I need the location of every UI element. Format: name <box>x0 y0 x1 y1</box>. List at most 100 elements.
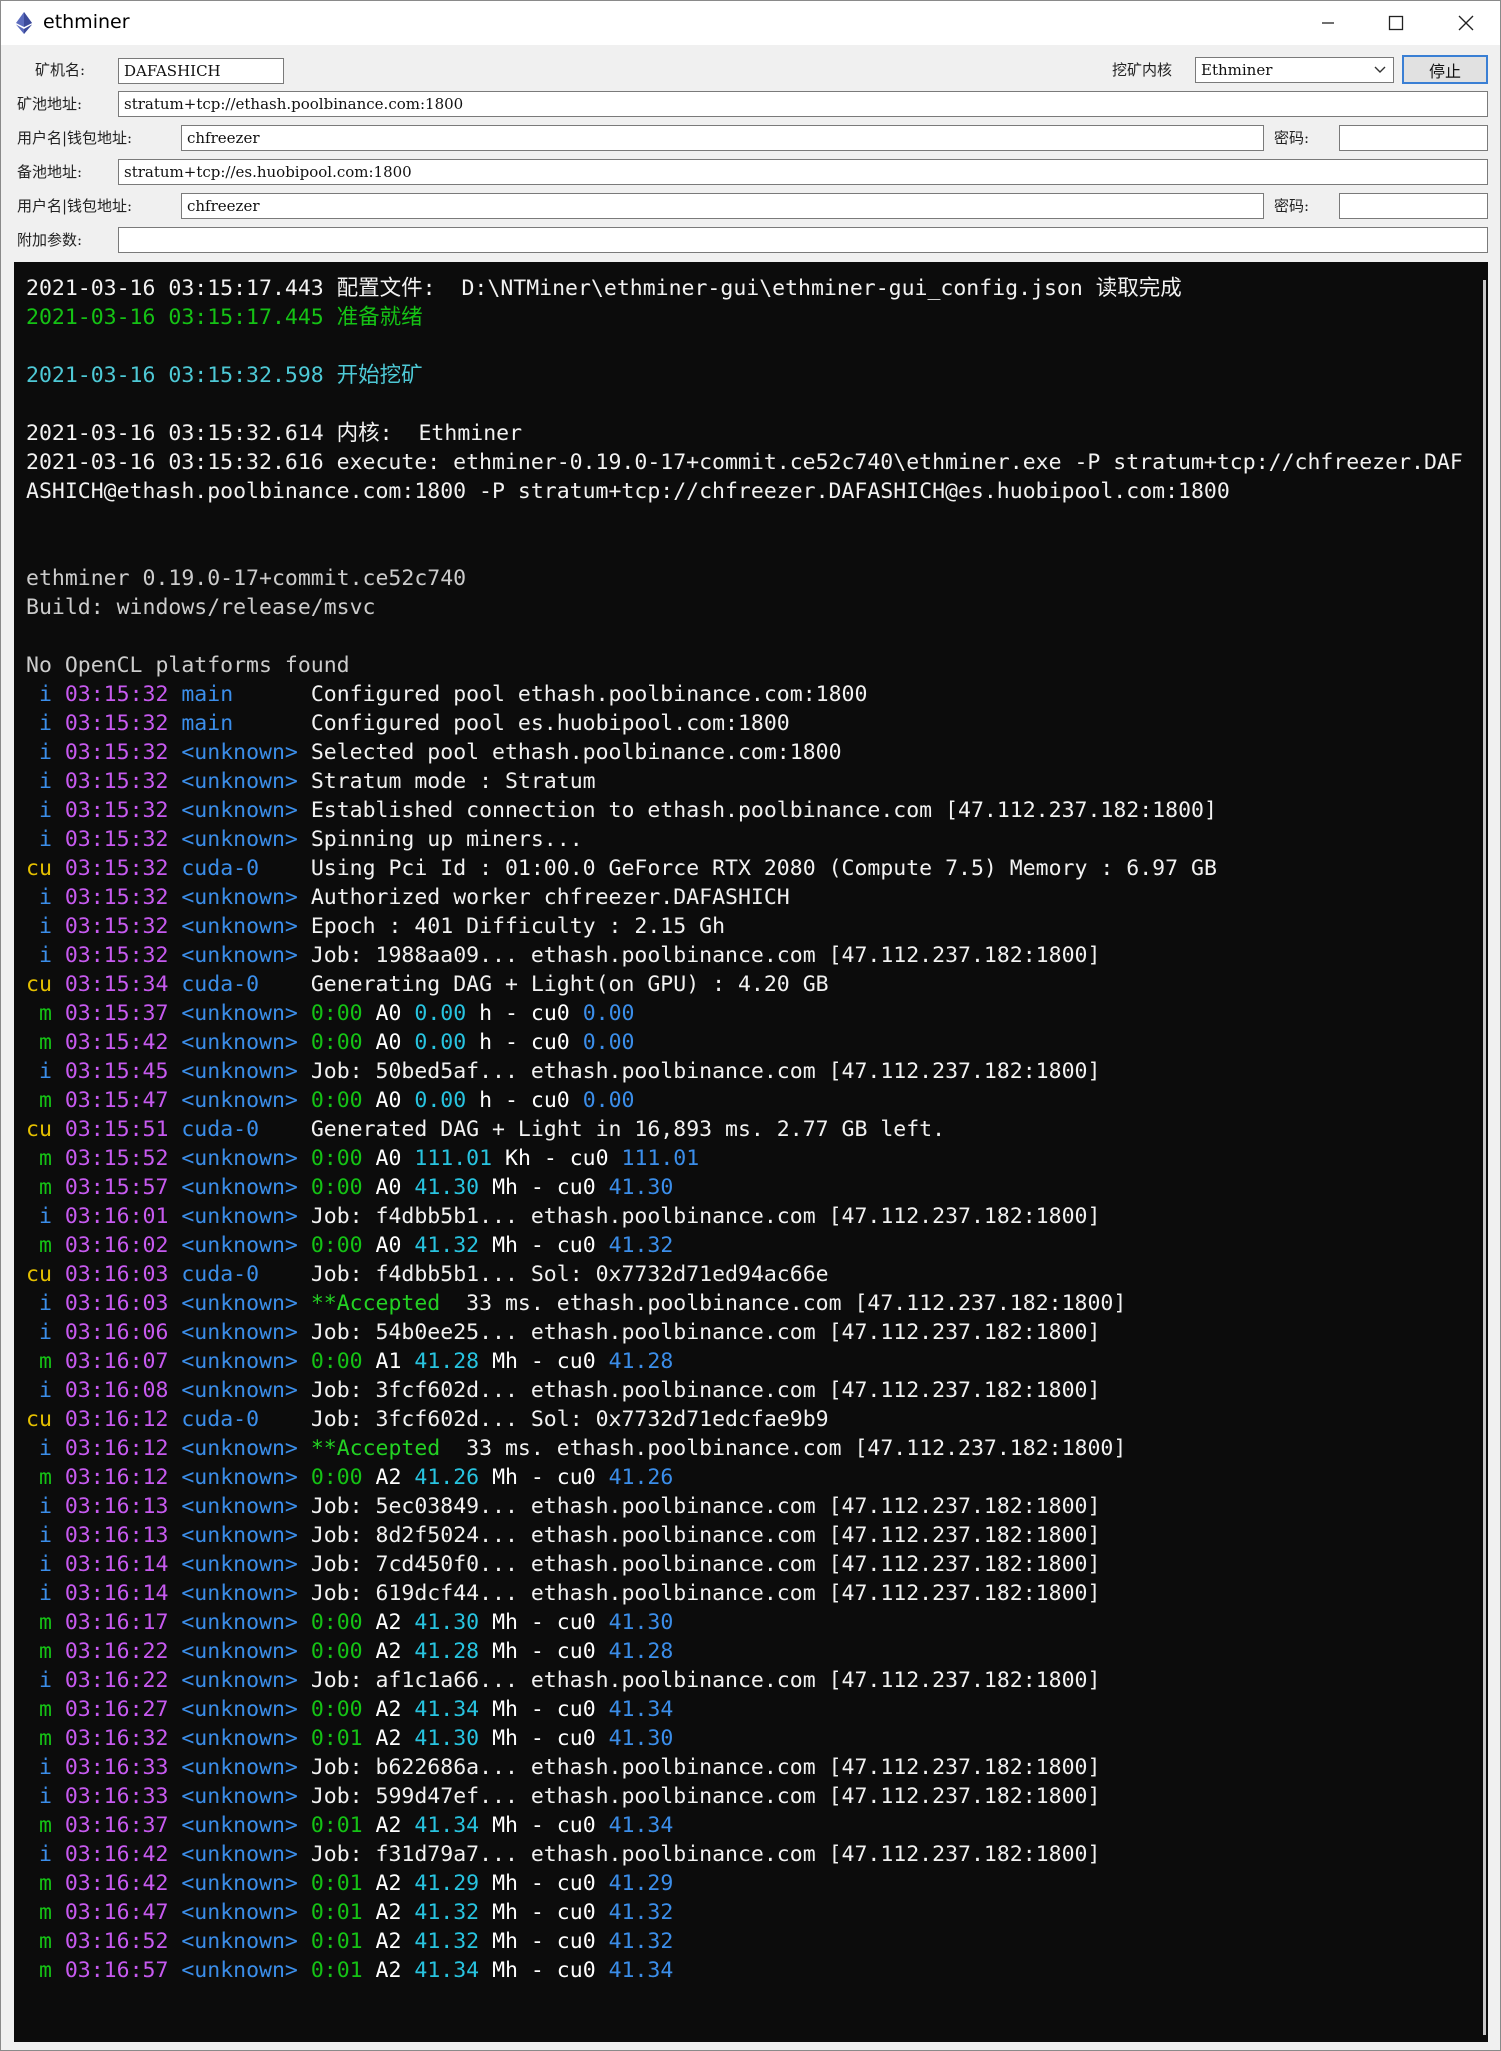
log-spacer <box>298 1146 311 1171</box>
log-uptime: 0:00 <box>310 1175 363 1200</box>
log-line: i 03:16:12 <unknown> **Accepted 33 ms. e… <box>26 1434 1466 1463</box>
log-spacer <box>466 1001 479 1026</box>
log-level: m <box>26 1146 52 1171</box>
kernel-select[interactable]: Ethminer <box>1195 57 1394 83</box>
close-icon <box>1458 15 1474 31</box>
log-device-rate: 41.30 <box>608 1610 674 1635</box>
log-line: i 03:16:42 <unknown> Job: f31d79a7... et… <box>26 1840 1466 1869</box>
log-spacer <box>52 885 65 910</box>
log-line: i 03:16:33 <unknown> Job: 599d47ef... et… <box>26 1782 1466 1811</box>
backup-password-input[interactable] <box>1339 193 1488 219</box>
log-level: i <box>26 1320 52 1345</box>
log-accepted-count: A2 <box>375 1871 402 1896</box>
kernel-label: 挖矿内核 <box>1112 61 1173 79</box>
log-spacer <box>401 1639 414 1664</box>
log-spacer <box>363 1639 376 1664</box>
log-device-rate: 41.28 <box>608 1349 674 1374</box>
log-accepted-count: A0 <box>375 1001 402 1026</box>
log-spacer <box>168 1059 181 1084</box>
log-time: 03:15:47 <box>64 1088 169 1113</box>
log-spacer <box>363 1088 376 1113</box>
log-source: main <box>181 682 298 707</box>
log-message: Stratum mode : Stratum <box>310 769 596 794</box>
log-spacer <box>52 1813 65 1838</box>
log-spacer <box>363 1233 376 1258</box>
log-spacer <box>52 1030 65 1055</box>
log-level: i <box>26 798 52 823</box>
log-device: - cu0 <box>517 1610 609 1635</box>
log-spacer <box>298 1523 311 1548</box>
log-message: Job: 599d47ef... ethash.poolbinance.com … <box>310 1784 1101 1809</box>
log-accepted-count: A0 <box>375 1030 402 1055</box>
close-button[interactable] <box>1431 1 1501 45</box>
maximize-button[interactable] <box>1361 1 1431 45</box>
console-log: 2021-03-16 03:15:17.443 配置文件: D:\NTMiner… <box>26 274 1466 1985</box>
log-spacer <box>298 1842 311 1867</box>
log-source: cuda-0 <box>181 856 298 881</box>
log-hashrate: 41.32 <box>414 1233 480 1258</box>
log-source: <unknown> <box>181 1146 298 1171</box>
log-level: m <box>26 1030 52 1055</box>
log-device: - cu0 <box>517 1349 609 1374</box>
log-spacer <box>298 1784 311 1809</box>
log-time: 03:15:32 <box>64 798 169 823</box>
log-hashrate-unit: Mh <box>492 1900 518 1925</box>
log-source: <unknown> <box>181 798 298 823</box>
log-spacer <box>168 740 181 765</box>
title-bar[interactable]: ethminer <box>1 1 1500 45</box>
log-spacer <box>168 1146 181 1171</box>
log-level: i <box>26 1755 52 1780</box>
log-level: m <box>26 1001 52 1026</box>
log-accepted-count: A2 <box>375 1813 402 1838</box>
console-scrollbar[interactable] <box>1483 280 1486 2035</box>
log-device: - cu0 <box>492 1001 583 1026</box>
log-time: 03:15:34 <box>64 972 169 997</box>
log-spacer <box>52 1610 65 1635</box>
log-device: - cu0 <box>517 1697 609 1722</box>
log-level: i <box>26 943 52 968</box>
password-input[interactable] <box>1339 125 1488 151</box>
log-hashrate: 41.28 <box>414 1639 480 1664</box>
backup-pool-input[interactable]: stratum+tcp://es.huobipool.com:1800 <box>118 159 1488 185</box>
log-spacer <box>298 1581 311 1606</box>
log-hashrate-unit: h <box>479 1088 493 1113</box>
log-spacer <box>168 1262 181 1287</box>
log-spacer <box>401 1465 414 1490</box>
log-spacer <box>52 1784 65 1809</box>
log-message: Epoch : 401 Difficulty : 2.15 Gh <box>310 914 726 939</box>
log-uptime: 0:00 <box>310 1001 363 1026</box>
log-device-rate: 0.00 <box>582 1001 635 1026</box>
log-hashrate: 41.32 <box>414 1929 480 1954</box>
stop-button[interactable]: 停止 <box>1402 55 1488 84</box>
log-line: i 03:15:32 <unknown> Established connect… <box>26 796 1466 825</box>
pool-address-input[interactable]: stratum+tcp://ethash.poolbinance.com:180… <box>118 91 1488 117</box>
console-header-line: Build: windows/release/msvc <box>26 595 376 620</box>
log-time: 03:16:33 <box>64 1755 169 1780</box>
log-level: i <box>26 1436 52 1461</box>
log-source: <unknown> <box>181 1552 298 1577</box>
log-level: i <box>26 1842 52 1867</box>
log-spacer <box>52 972 65 997</box>
log-spacer <box>401 1610 414 1635</box>
log-level: i <box>26 1378 52 1403</box>
log-source: <unknown> <box>181 1088 298 1113</box>
log-spacer <box>168 1175 181 1200</box>
log-accepted-count: A0 <box>375 1233 402 1258</box>
wallet-input[interactable]: chfreezer <box>181 125 1264 151</box>
extra-args-input[interactable] <box>118 227 1488 253</box>
log-level: m <box>26 1610 52 1635</box>
log-hashrate-unit: Mh <box>492 1958 518 1983</box>
log-device: - cu0 <box>517 1958 609 1983</box>
console-header-line: 2021-03-16 03:15:32.614 内核: Ethminer <box>26 421 523 446</box>
log-line: m 03:15:52 <unknown> 0:00 A0 111.01 Kh -… <box>26 1144 1466 1173</box>
log-hashrate: 41.26 <box>414 1465 480 1490</box>
miner-name-input[interactable]: DAFASHICH <box>118 58 284 84</box>
minimize-button[interactable] <box>1293 1 1363 45</box>
log-line: m 03:16:12 <unknown> 0:00 A2 41.26 Mh - … <box>26 1463 1466 1492</box>
console-output[interactable]: 2021-03-16 03:15:17.443 配置文件: D:\NTMiner… <box>14 262 1488 2042</box>
log-time: 03:15:32 <box>64 856 169 881</box>
log-time: 03:15:32 <box>64 827 169 852</box>
log-level: i <box>26 769 52 794</box>
backup-wallet-input[interactable]: chfreezer <box>181 193 1264 219</box>
log-spacer <box>298 972 311 997</box>
